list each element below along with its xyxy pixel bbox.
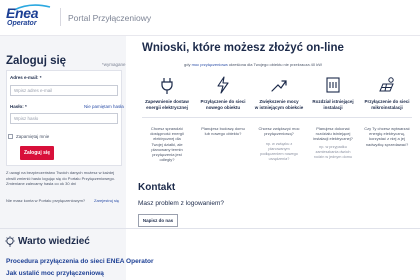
password-label: Hasło: * [10,104,27,109]
portal-title: Portal Przyłączeniowy [68,13,152,23]
solar-panel-icon [379,77,394,92]
login-problem-text: Masz problem z logowaniem? [138,200,224,207]
remember-me-checkbox[interactable] [8,134,13,139]
tile-title-line: Zapewnienie dostaw [145,99,189,104]
tile-title: Przyłączenie do sieci mikroinstalacji [360,99,414,110]
lightning-bolt-icon [217,76,229,94]
subheading-prefix: gdy [184,62,192,67]
contact-heading: Kontakt [138,182,176,193]
tile-title: Zwiększenie mocy w istniejącym obiekcie [252,99,306,110]
email-label: Adres e-mail: * [10,75,42,80]
applications-heading: Wnioski, które możesz złożyć on-line [142,42,344,54]
header-divider [60,8,61,26]
lightbulb-icon [5,236,15,247]
tiles-divider [142,117,412,118]
subheading-suffix: określona dla Twojego obiektu nie przekr… [227,62,322,67]
tile-title: Przyłączenie do sieci nowego obiektu [196,99,250,110]
tile-title-line: Rozdział istniejącej [312,99,354,104]
good-to-know-heading: Warto wiedzieć [18,236,90,247]
contact-us-button[interactable]: Napisz do nas [138,214,178,227]
enea-logo[interactable]: Enea Operator [6,4,54,31]
tile-description: Planujesz dokonać rozdziału istniejącej … [306,126,360,142]
tile-desc-line: odległy? [159,157,175,163]
tile-description: Chcesz zwiększyć moc przyłączeniową? [252,126,306,136]
tile-title: Rozdział istniejącej instalacji [306,99,360,110]
email-field[interactable]: Wpisz adres e-mail [10,85,118,96]
power-link[interactable]: moc przyłączeniowa [192,62,228,67]
tile-title-line: mikroinstalacji [371,104,403,110]
tile-title-line: energii elektrycznej [146,104,188,110]
remember-me-label: Zapamiętaj mnie [16,134,50,139]
tile-description: Czy Ty chcesz wytwarzać energię elektryc… [360,126,414,147]
tile-title-line: w istniejącym obiekcie [254,104,304,110]
logo-subtext: Operator [7,20,37,27]
tile-desc-line: przyłączeniową? [264,131,294,137]
tile-title-line: Przyłączenie do sieci [200,99,246,104]
tile-description: Chcesz sprawdzić dostępność energii elek… [140,126,194,162]
applications-subheading: gdy moc przyłączeniowa określona dla Two… [184,62,322,67]
login-title: Zaloguj się [6,55,67,67]
tile-desc-line: lub nowego obiektu? [204,131,242,137]
logo-text: Enea [6,5,39,21]
security-info-line: Zmieniane zalecamy hasła co ok 30 dni [6,181,77,186]
top-header: Enea Operator Portal Przyłączeniowy [0,0,420,36]
power-increase-icon [271,80,287,92]
power-plug-icon [161,78,173,94]
tile-desc-line: instalacji elektrycznej? [313,136,353,142]
tile-note: np. w przypadku zamieszkania dwóch rodzi… [306,145,360,160]
tile-title-line: Przyłączenie do sieci [364,99,410,104]
tile-description: Planujesz budowę domu lub nowego obiektu… [196,126,250,136]
tile-title: Zapewnienie dostaw energii elektrycznej [140,99,194,110]
power-guide-link[interactable]: Jak ustalić moc przyłączeniową [6,270,104,277]
required-note: *wymagane [102,62,126,67]
tile-title-line: nowego obiektu [205,104,241,110]
tile-note-line: rodzin w jednym domu [314,155,352,159]
tile-note-line: urządzenia? [268,157,290,161]
forgot-password-link[interactable]: Nie pamiętam hasła [84,104,124,109]
procedure-link[interactable]: Procedura przyłączenia do sieci ENEA Ope… [6,258,154,265]
register-link[interactable]: Zarejestruj się [94,198,119,203]
tile-title-line: Zwiększenie mocy [259,99,299,104]
security-info-line: Z uwagi na bezpieczeństwo Twoich danych … [6,170,115,175]
login-button[interactable]: Zaloguj się [20,146,54,160]
section-divider [0,228,420,229]
no-account-text: Nie masz konta w Portalu przyłączeniowym… [6,198,86,203]
fuse-box-icon [326,77,340,93]
tile-note: np. w związku z planowanym podłączeniem … [252,142,306,162]
security-info: Z uwagi na bezpieczeństwo Twoich danych … [6,170,122,187]
tile-title-line: instalacji [323,104,343,110]
tile-desc-line: nadwyżkę sprzedawać? [365,141,409,147]
password-field[interactable]: Wpisz hasło [10,113,118,124]
